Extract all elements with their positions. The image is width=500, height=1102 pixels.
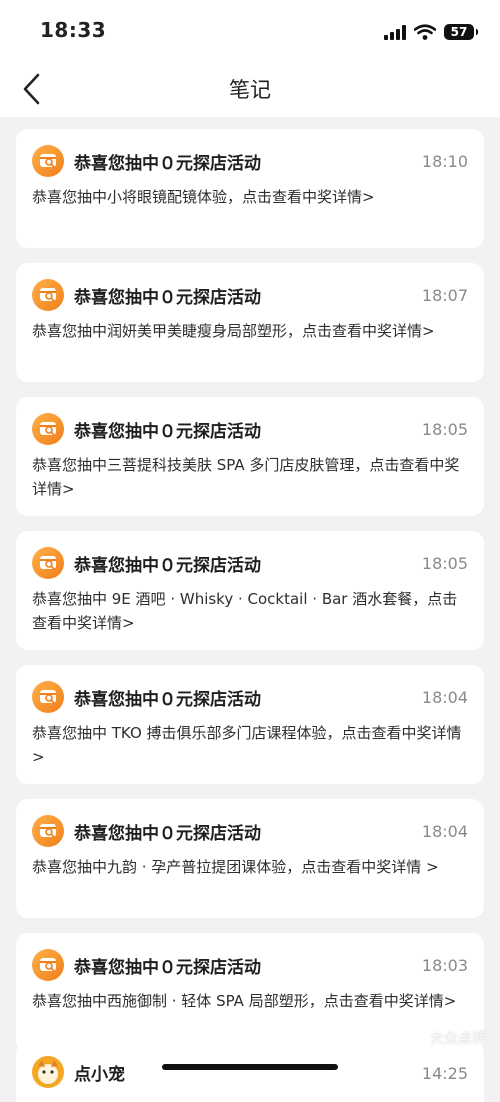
- notification-card[interactable]: 恭喜您抽中０元探店活动 18:04 恭喜您抽中 TKO 搏击俱乐部多门店课程体验…: [16, 665, 484, 784]
- campaign-icon: [32, 413, 64, 445]
- notification-card[interactable]: 恭喜您抽中０元探店活动 18:05 恭喜您抽中 9E 酒吧 · Whisky ·…: [16, 531, 484, 650]
- notification-card[interactable]: 恭喜您抽中０元探店活动 18:05 恭喜您抽中三菩提科技美肤 SPA 多门店皮肤…: [16, 397, 484, 516]
- pet-notification-card[interactable]: 点小宠 14:25: [16, 1042, 484, 1102]
- notification-body[interactable]: 恭喜您抽中三菩提科技美肤 SPA 多门店皮肤管理，点击查看中奖详情>: [32, 453, 468, 501]
- notification-title: 恭喜您抽中０元探店活动: [74, 957, 261, 978]
- notification-time: 18:04: [421, 821, 468, 841]
- notification-title: 恭喜您抽中０元探店活动: [74, 823, 261, 844]
- pet-notification-time: 14:25: [421, 1064, 468, 1083]
- campaign-icon: [32, 145, 64, 177]
- notification-body[interactable]: 恭喜您抽中九韵 · 孕产普拉提团课体验，点击查看中奖详情 >: [32, 855, 468, 879]
- notification-time: 18:07: [421, 285, 468, 305]
- notification-list: 恭喜您抽中０元探店活动 18:10 恭喜您抽中小将眼镜配镜体验，点击查看中奖详情…: [16, 129, 484, 1067]
- notification-card[interactable]: 恭喜您抽中０元探店活动 18:07 恭喜您抽中润妍美甲美睫瘦身局部塑形，点击查看…: [16, 263, 484, 382]
- campaign-icon: [32, 949, 64, 981]
- top-bar: 18:33 57 笔记: [0, 0, 500, 117]
- notification-time: 18:05: [421, 553, 468, 573]
- battery-icon: 57: [444, 24, 478, 40]
- notification-card[interactable]: 恭喜您抽中０元探店活动 18:10 恭喜您抽中小将眼镜配镜体验，点击查看中奖详情…: [16, 129, 484, 248]
- pet-sender-name: 点小宠: [74, 1065, 125, 1085]
- notification-body[interactable]: 恭喜您抽中润妍美甲美睫瘦身局部塑形，点击查看中奖详情>: [32, 319, 468, 343]
- notification-title: 恭喜您抽中０元探店活动: [74, 153, 261, 174]
- notification-time: 18:05: [421, 419, 468, 439]
- notification-card[interactable]: 恭喜您抽中０元探店活动 18:03 恭喜您抽中西施御制 · 轻体 SPA 局部塑…: [16, 933, 484, 1052]
- notification-body[interactable]: 恭喜您抽中 TKO 搏击俱乐部多门店课程体验，点击查看中奖详情>: [32, 721, 468, 769]
- page-title: 笔记: [229, 78, 271, 102]
- notification-title: 恭喜您抽中０元探店活动: [74, 287, 261, 308]
- notification-body[interactable]: 恭喜您抽中 9E 酒吧 · Whisky · Cocktail · Bar 酒水…: [32, 587, 468, 635]
- notification-time: 18:10: [421, 151, 468, 171]
- campaign-icon: [32, 681, 64, 713]
- wifi-icon: [414, 24, 436, 40]
- notification-time: 18:04: [421, 687, 468, 707]
- notification-time: 18:03: [421, 955, 468, 975]
- pet-avatar: [32, 1056, 64, 1088]
- home-indicator[interactable]: [162, 1064, 338, 1070]
- notification-card[interactable]: 恭喜您抽中０元探店活动 18:04 恭喜您抽中九韵 · 孕产普拉提团课体验，点击…: [16, 799, 484, 918]
- notification-body[interactable]: 恭喜您抽中小将眼镜配镜体验，点击查看中奖详情>: [32, 185, 468, 209]
- campaign-icon: [32, 815, 64, 847]
- notification-title: 恭喜您抽中０元探店活动: [74, 689, 261, 710]
- notification-title: 恭喜您抽中０元探店活动: [74, 421, 261, 442]
- watermark: 大众点评: [430, 1031, 486, 1047]
- notification-title: 恭喜您抽中０元探店活动: [74, 555, 261, 576]
- signal-icon: [384, 24, 406, 40]
- campaign-icon: [32, 547, 64, 579]
- notification-body[interactable]: 恭喜您抽中西施御制 · 轻体 SPA 局部塑形，点击查看中奖详情>: [32, 989, 468, 1013]
- status-icons: 57: [384, 20, 478, 44]
- campaign-icon: [32, 279, 64, 311]
- status-time: 18:33: [40, 18, 107, 42]
